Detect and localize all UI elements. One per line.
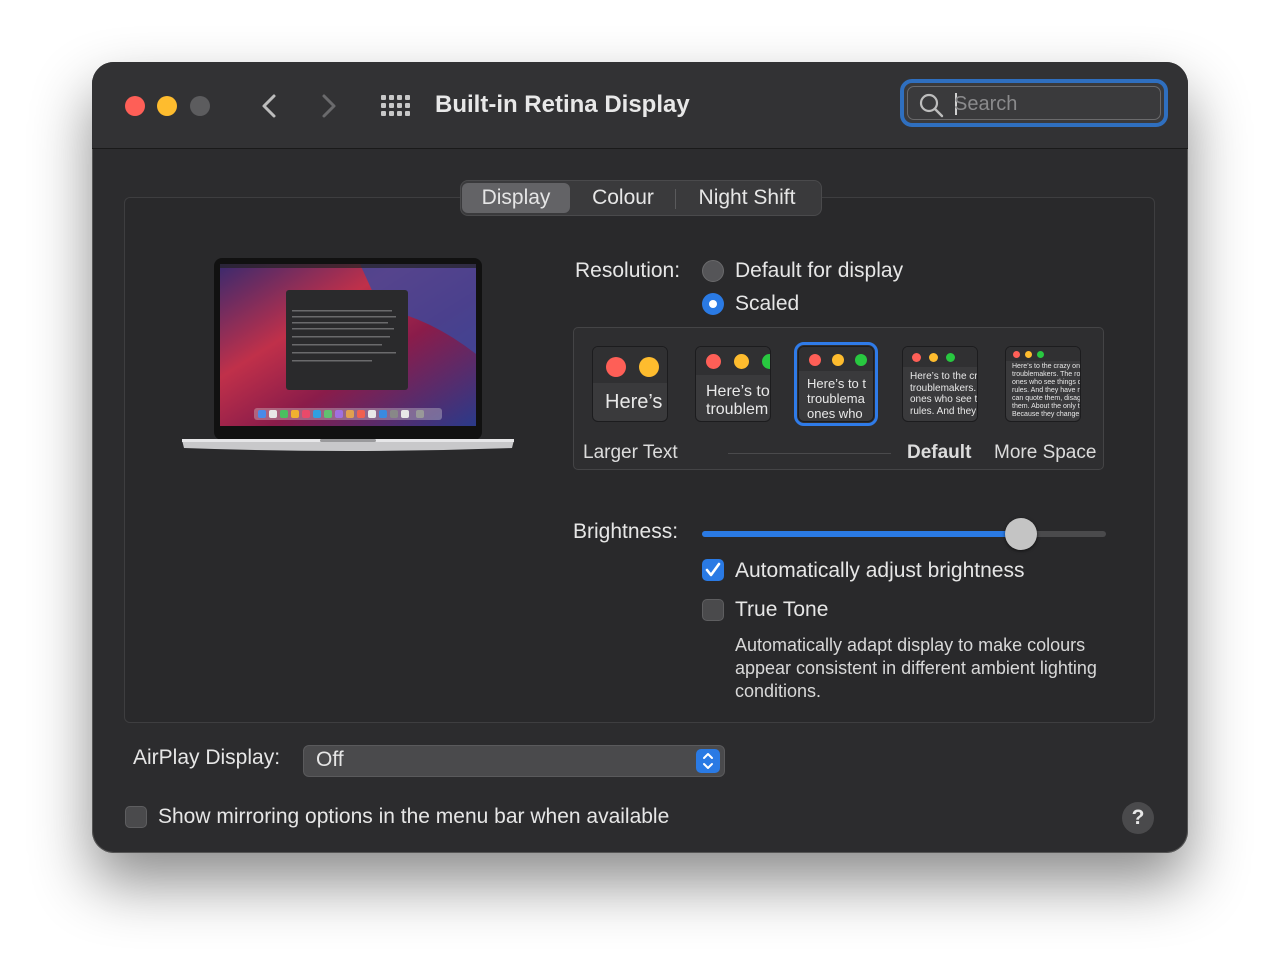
- search-icon: [919, 93, 944, 118]
- forward-button[interactable]: [314, 90, 344, 122]
- default-for-display-radio[interactable]: [702, 260, 724, 282]
- window-title: Built-in Retina Display: [435, 91, 690, 118]
- scale-preview-text: Here’s: [605, 391, 663, 413]
- scale-preview-text: Here’s to the cr troublemakers. ones who…: [910, 371, 978, 417]
- checkmark-icon: [705, 562, 721, 577]
- scale-option-larger-text[interactable]: Here’s: [592, 346, 668, 422]
- chevron-updown-icon: [703, 753, 713, 769]
- grid-icon: [381, 95, 410, 116]
- scale-option-default[interactable]: Here’s to t troublema ones who: [794, 342, 878, 426]
- tab-bar: Display Colour Night Shift: [460, 180, 822, 216]
- back-button[interactable]: [254, 90, 284, 122]
- scale-preview-text: Here’s to t troublema ones who: [807, 376, 867, 421]
- back-icon: [262, 94, 276, 118]
- airplay-stepper: [696, 749, 720, 773]
- airplay-select[interactable]: Off: [303, 745, 725, 777]
- tab-display[interactable]: Display: [462, 183, 570, 213]
- search-input[interactable]: [952, 89, 1156, 119]
- scale-option-more-space[interactable]: Here’s to the crazy one troublemakers. T…: [1005, 346, 1081, 422]
- title-bar: Built-in Retina Display: [92, 62, 1188, 149]
- auto-brightness-label[interactable]: Automatically adjust brightness: [735, 559, 1024, 583]
- forward-icon: [322, 94, 336, 118]
- scaled-radio[interactable]: [702, 293, 724, 315]
- tab-colour[interactable]: Colour: [573, 183, 673, 213]
- scale-option-2[interactable]: Here’s to troublem: [695, 346, 771, 422]
- mirroring-label[interactable]: Show mirroring options in the menu bar w…: [158, 805, 669, 829]
- scale-option-4[interactable]: Here’s to the cr troublemakers. ones who…: [902, 346, 978, 422]
- scale-preview-text: Here’s to troublem: [706, 383, 770, 419]
- help-button[interactable]: ?: [1122, 802, 1154, 834]
- tab-night-shift[interactable]: Night Shift: [679, 183, 815, 213]
- show-all-button[interactable]: [380, 94, 412, 118]
- more-space-label: More Space: [994, 442, 1097, 463]
- brightness-slider[interactable]: [702, 518, 1106, 550]
- mirroring-checkbox[interactable]: [125, 806, 147, 828]
- search-field[interactable]: [900, 79, 1168, 127]
- airplay-value: Off: [316, 748, 344, 771]
- larger-text-label: Larger Text: [583, 442, 678, 463]
- minimize-button[interactable]: [157, 96, 177, 116]
- laptop-image: [180, 258, 516, 454]
- airplay-label: AirPlay Display:: [133, 746, 281, 769]
- default-for-display-label[interactable]: Default for display: [735, 259, 903, 283]
- brightness-slider-fill: [702, 531, 1022, 537]
- auto-brightness-checkbox[interactable]: [702, 559, 724, 581]
- default-scale-label: Default: [907, 442, 972, 463]
- true-tone-label[interactable]: True Tone: [735, 598, 828, 622]
- resolution-label: Resolution:: [575, 259, 681, 282]
- brightness-label: Brightness:: [573, 520, 679, 543]
- true-tone-checkbox[interactable]: [702, 599, 724, 621]
- brightness-slider-knob[interactable]: [1005, 518, 1038, 550]
- scaled-label[interactable]: Scaled: [735, 292, 799, 316]
- close-button[interactable]: [125, 96, 145, 116]
- display-preferences-window: Built-in Retina Display Display Colour N…: [92, 62, 1188, 853]
- zoom-button: [190, 96, 210, 116]
- help-icon: ?: [1131, 806, 1145, 829]
- scale-preview-text: Here’s to the crazy one troublemakers. T…: [1012, 363, 1081, 419]
- true-tone-description: Automatically adapt display to make colo…: [735, 635, 1097, 701]
- scale-divider: [728, 453, 891, 454]
